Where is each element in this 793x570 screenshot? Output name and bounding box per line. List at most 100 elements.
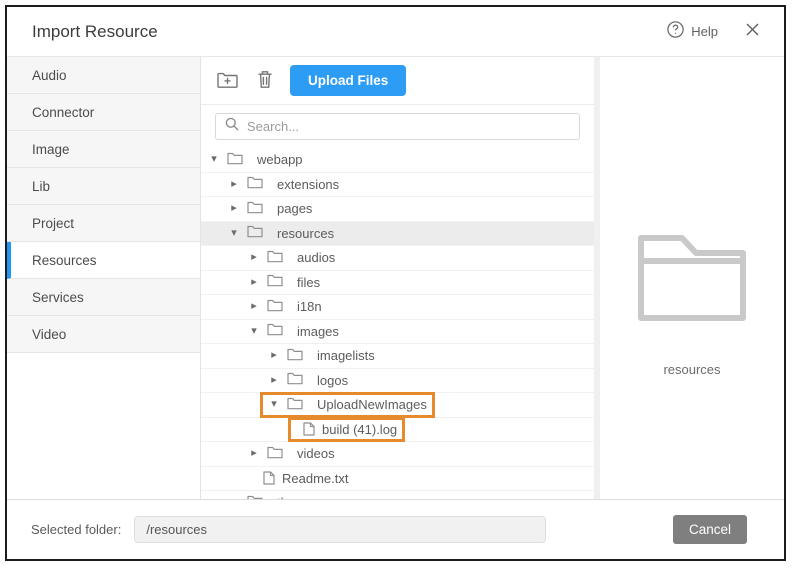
dialog-body: Audio Connector Image Lib Project Resour…	[7, 57, 784, 499]
tree-row-label: UploadNewImages	[317, 397, 427, 412]
tree-row-content: pages	[223, 199, 317, 219]
folder-icon	[267, 274, 283, 290]
folder-icon	[227, 152, 243, 168]
caret-icon[interactable]	[248, 301, 260, 312]
tree-row-content: logos	[263, 370, 353, 390]
caret-icon[interactable]	[228, 203, 240, 214]
caret-icon[interactable]	[268, 399, 280, 410]
file-browser-panel: Upload Files	[201, 57, 600, 499]
tree-row[interactable]: extensions	[201, 173, 594, 198]
tree-row-label: pages	[277, 201, 312, 216]
tree-row-label: extensions	[277, 177, 339, 192]
toolbar: Upload Files	[201, 57, 594, 105]
sidebar-item-label: Project	[32, 216, 74, 231]
tree-row-content: videos	[243, 444, 340, 464]
search-box	[215, 113, 580, 140]
folder-icon	[267, 446, 283, 462]
tree-row-label: build (41).log	[322, 422, 397, 437]
sidebar-item-connector[interactable]: Connector	[7, 94, 200, 131]
sidebar-item-label: Video	[32, 327, 66, 342]
sidebar-item-label: Services	[32, 290, 84, 305]
sidebar-item-image[interactable]: Image	[7, 131, 200, 168]
sidebar-item-label: Image	[32, 142, 70, 157]
folder-icon	[267, 250, 283, 266]
tree-row-content: UploadNewImages	[263, 395, 432, 415]
tree-row[interactable]: audios	[201, 246, 594, 271]
caret-icon[interactable]	[248, 326, 260, 337]
folder-icon	[247, 201, 263, 217]
new-folder-button[interactable]	[215, 69, 240, 93]
tree-row[interactable]: imagelists	[201, 344, 594, 369]
tree-row[interactable]: webapp	[201, 148, 594, 173]
trash-icon	[257, 70, 273, 92]
search-input[interactable]	[247, 119, 570, 134]
sidebar-item-project[interactable]: Project	[7, 205, 200, 242]
sidebar-item-label: Resources	[32, 253, 97, 268]
selected-folder-input[interactable]	[134, 516, 546, 543]
selected-folder-label: Selected folder:	[31, 522, 121, 537]
caret-icon[interactable]	[248, 252, 260, 263]
delete-button[interactable]	[255, 68, 275, 94]
tree-row[interactable]: UploadNewImages	[201, 393, 594, 418]
preview-folder-icon	[636, 233, 748, 326]
tree-row[interactable]: resources	[201, 222, 594, 247]
folder-icon	[247, 176, 263, 192]
tree-row-label: audios	[297, 250, 335, 265]
category-sidebar: Audio Connector Image Lib Project Resour…	[7, 57, 201, 499]
sidebar-item-lib[interactable]: Lib	[7, 168, 200, 205]
tree-row-label: videos	[297, 446, 335, 461]
caret-icon[interactable]	[268, 375, 280, 386]
sidebar-item-label: Lib	[32, 179, 50, 194]
upload-files-button[interactable]: Upload Files	[290, 65, 406, 96]
sidebar-item-resources[interactable]: Resources	[7, 242, 200, 279]
tree-row-label: logos	[317, 373, 348, 388]
tree-row-content: imagelists	[263, 346, 380, 366]
sidebar-item-video[interactable]: Video	[7, 316, 200, 353]
close-icon	[746, 23, 759, 41]
tree-row[interactable]: logos	[201, 369, 594, 394]
tree-row[interactable]: i18n	[201, 295, 594, 320]
tree-row-content: extensions	[223, 174, 344, 194]
caret-icon[interactable]	[248, 277, 260, 288]
tree-row-content: audios	[243, 248, 340, 268]
dialog-header: Import Resource Help	[7, 7, 784, 57]
tree-row[interactable]: build (41).log	[201, 418, 594, 443]
tree-row-label: images	[297, 324, 339, 339]
caret-icon[interactable]	[228, 228, 240, 239]
tree-row-label: imagelists	[317, 348, 375, 363]
tree-row[interactable]: videos	[201, 442, 594, 467]
tree-row[interactable]: images	[201, 320, 594, 345]
close-button[interactable]	[746, 23, 759, 41]
help-label: Help	[691, 24, 718, 39]
tree-row[interactable]: Readme.txt	[201, 467, 594, 492]
sidebar-item-services[interactable]: Services	[7, 279, 200, 316]
header-actions: Help	[667, 21, 759, 43]
tree-row[interactable]: pages	[201, 197, 594, 222]
tree-row-label: resources	[277, 226, 334, 241]
caret-icon[interactable]	[208, 154, 220, 165]
help-button[interactable]: Help	[667, 21, 718, 43]
help-icon	[667, 21, 684, 43]
sidebar-item-label: Connector	[32, 105, 94, 120]
file-tree: webapp	[201, 148, 594, 499]
tree-row-content: Readme.txt	[251, 469, 353, 488]
caret-icon[interactable]	[228, 179, 240, 190]
sidebar-item-label: Audio	[32, 68, 67, 83]
new-folder-icon	[217, 71, 238, 91]
caret-icon[interactable]	[268, 350, 280, 361]
tree-row[interactable]: themes	[201, 491, 594, 499]
tree-row[interactable]: files	[201, 271, 594, 296]
tree-row-content: resources	[223, 223, 339, 243]
folder-icon	[287, 348, 303, 364]
caret-icon[interactable]	[248, 448, 260, 459]
tree-row-label: files	[297, 275, 320, 290]
tree-row-content: webapp	[203, 150, 308, 170]
sidebar-item-audio[interactable]: Audio	[7, 57, 200, 94]
folder-icon	[267, 323, 283, 339]
cancel-button[interactable]: Cancel	[673, 515, 747, 544]
folder-icon	[287, 372, 303, 388]
tree-row-label: webapp	[257, 152, 303, 167]
folder-icon	[287, 397, 303, 413]
import-resource-dialog: Import Resource Help	[5, 5, 786, 561]
tree-row-content: files	[243, 272, 325, 292]
